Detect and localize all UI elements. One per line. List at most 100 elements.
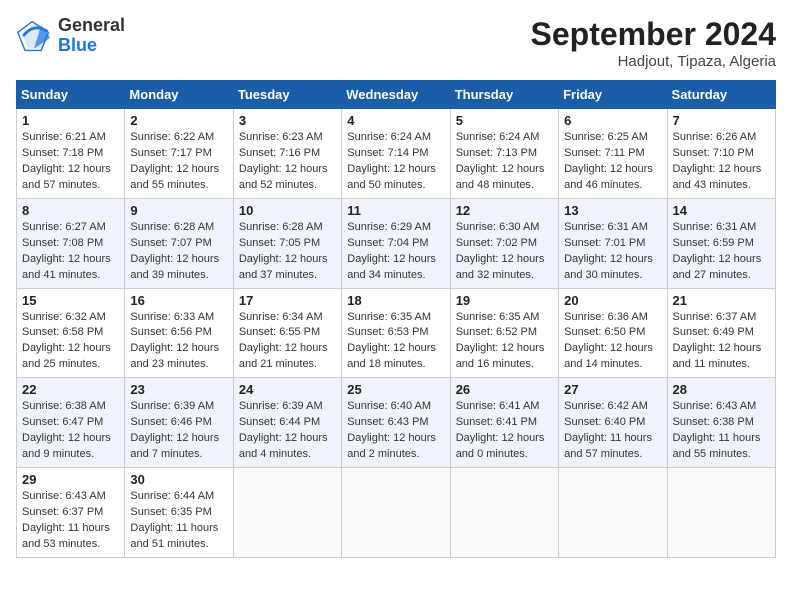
day-info: Sunrise: 6:39 AMSunset: 6:44 PMDaylight:… (239, 399, 336, 463)
calendar-week-4: 22 Sunrise: 6:38 AMSunset: 6:47 PMDaylig… (17, 378, 776, 468)
weekday-header-row: SundayMondayTuesdayWednesdayThursdayFrid… (17, 81, 776, 109)
day-info: Sunrise: 6:34 AMSunset: 6:55 PMDaylight:… (239, 310, 336, 374)
day-info: Sunrise: 6:35 AMSunset: 6:53 PMDaylight:… (347, 310, 444, 374)
day-number: 22 (22, 382, 119, 397)
weekday-header-friday: Friday (559, 81, 667, 109)
calendar-cell (559, 468, 667, 558)
day-number: 8 (22, 203, 119, 218)
day-info: Sunrise: 6:33 AMSunset: 6:56 PMDaylight:… (130, 310, 227, 374)
calendar-week-2: 8 Sunrise: 6:27 AMSunset: 7:08 PMDayligh… (17, 198, 776, 288)
day-info: Sunrise: 6:43 AMSunset: 6:37 PMDaylight:… (22, 489, 119, 553)
day-info: Sunrise: 6:43 AMSunset: 6:38 PMDaylight:… (673, 399, 770, 463)
day-number: 6 (564, 113, 661, 128)
day-number: 15 (22, 293, 119, 308)
calendar-table: SundayMondayTuesdayWednesdayThursdayFrid… (16, 80, 776, 558)
calendar-cell: 1 Sunrise: 6:21 AMSunset: 7:18 PMDayligh… (17, 109, 125, 199)
logo: General Blue (16, 16, 125, 56)
weekday-header-saturday: Saturday (667, 81, 775, 109)
page-header: General Blue September 2024 Hadjout, Tip… (16, 16, 776, 70)
day-info: Sunrise: 6:31 AMSunset: 7:01 PMDaylight:… (564, 220, 661, 284)
day-number: 16 (130, 293, 227, 308)
day-number: 1 (22, 113, 119, 128)
day-number: 23 (130, 382, 227, 397)
day-info: Sunrise: 6:29 AMSunset: 7:04 PMDaylight:… (347, 220, 444, 284)
calendar-week-5: 29 Sunrise: 6:43 AMSunset: 6:37 PMDaylig… (17, 468, 776, 558)
day-info: Sunrise: 6:22 AMSunset: 7:17 PMDaylight:… (130, 130, 227, 194)
day-number: 25 (347, 382, 444, 397)
calendar-cell: 21 Sunrise: 6:37 AMSunset: 6:49 PMDaylig… (667, 288, 775, 378)
day-info: Sunrise: 6:32 AMSunset: 6:58 PMDaylight:… (22, 310, 119, 374)
day-number: 26 (456, 382, 553, 397)
day-number: 12 (456, 203, 553, 218)
weekday-header-sunday: Sunday (17, 81, 125, 109)
day-info: Sunrise: 6:28 AMSunset: 7:07 PMDaylight:… (130, 220, 227, 284)
day-number: 2 (130, 113, 227, 128)
weekday-header-monday: Monday (125, 81, 233, 109)
day-info: Sunrise: 6:24 AMSunset: 7:13 PMDaylight:… (456, 130, 553, 194)
location: Hadjout, Tipaza, Algeria (531, 53, 776, 70)
weekday-header-wednesday: Wednesday (342, 81, 450, 109)
logo-text: General Blue (58, 16, 125, 56)
day-info: Sunrise: 6:25 AMSunset: 7:11 PMDaylight:… (564, 130, 661, 194)
month-year: September 2024 (531, 16, 776, 53)
calendar-cell: 25 Sunrise: 6:40 AMSunset: 6:43 PMDaylig… (342, 378, 450, 468)
day-info: Sunrise: 6:36 AMSunset: 6:50 PMDaylight:… (564, 310, 661, 374)
day-info: Sunrise: 6:28 AMSunset: 7:05 PMDaylight:… (239, 220, 336, 284)
day-info: Sunrise: 6:41 AMSunset: 6:41 PMDaylight:… (456, 399, 553, 463)
day-number: 11 (347, 203, 444, 218)
day-number: 30 (130, 472, 227, 487)
weekday-header-thursday: Thursday (450, 81, 558, 109)
calendar-cell: 18 Sunrise: 6:35 AMSunset: 6:53 PMDaylig… (342, 288, 450, 378)
calendar-cell (450, 468, 558, 558)
day-info: Sunrise: 6:35 AMSunset: 6:52 PMDaylight:… (456, 310, 553, 374)
day-info: Sunrise: 6:26 AMSunset: 7:10 PMDaylight:… (673, 130, 770, 194)
title-block: September 2024 Hadjout, Tipaza, Algeria (531, 16, 776, 70)
day-number: 3 (239, 113, 336, 128)
calendar-week-3: 15 Sunrise: 6:32 AMSunset: 6:58 PMDaylig… (17, 288, 776, 378)
calendar-cell: 15 Sunrise: 6:32 AMSunset: 6:58 PMDaylig… (17, 288, 125, 378)
day-number: 4 (347, 113, 444, 128)
calendar-cell: 3 Sunrise: 6:23 AMSunset: 7:16 PMDayligh… (233, 109, 341, 199)
day-number: 28 (673, 382, 770, 397)
calendar-cell: 13 Sunrise: 6:31 AMSunset: 7:01 PMDaylig… (559, 198, 667, 288)
calendar-cell: 5 Sunrise: 6:24 AMSunset: 7:13 PMDayligh… (450, 109, 558, 199)
day-info: Sunrise: 6:40 AMSunset: 6:43 PMDaylight:… (347, 399, 444, 463)
day-number: 21 (673, 293, 770, 308)
day-info: Sunrise: 6:23 AMSunset: 7:16 PMDaylight:… (239, 130, 336, 194)
calendar-cell: 26 Sunrise: 6:41 AMSunset: 6:41 PMDaylig… (450, 378, 558, 468)
calendar-cell: 8 Sunrise: 6:27 AMSunset: 7:08 PMDayligh… (17, 198, 125, 288)
day-info: Sunrise: 6:27 AMSunset: 7:08 PMDaylight:… (22, 220, 119, 284)
day-info: Sunrise: 6:39 AMSunset: 6:46 PMDaylight:… (130, 399, 227, 463)
calendar-cell: 2 Sunrise: 6:22 AMSunset: 7:17 PMDayligh… (125, 109, 233, 199)
calendar-cell: 29 Sunrise: 6:43 AMSunset: 6:37 PMDaylig… (17, 468, 125, 558)
day-number: 20 (564, 293, 661, 308)
logo-icon (16, 18, 52, 54)
day-number: 5 (456, 113, 553, 128)
calendar-cell: 24 Sunrise: 6:39 AMSunset: 6:44 PMDaylig… (233, 378, 341, 468)
calendar-cell: 14 Sunrise: 6:31 AMSunset: 6:59 PMDaylig… (667, 198, 775, 288)
calendar-cell: 12 Sunrise: 6:30 AMSunset: 7:02 PMDaylig… (450, 198, 558, 288)
day-info: Sunrise: 6:31 AMSunset: 6:59 PMDaylight:… (673, 220, 770, 284)
calendar-cell: 6 Sunrise: 6:25 AMSunset: 7:11 PMDayligh… (559, 109, 667, 199)
calendar-cell: 20 Sunrise: 6:36 AMSunset: 6:50 PMDaylig… (559, 288, 667, 378)
day-number: 24 (239, 382, 336, 397)
calendar-cell: 23 Sunrise: 6:39 AMSunset: 6:46 PMDaylig… (125, 378, 233, 468)
day-number: 13 (564, 203, 661, 218)
calendar-cell: 27 Sunrise: 6:42 AMSunset: 6:40 PMDaylig… (559, 378, 667, 468)
day-number: 9 (130, 203, 227, 218)
calendar-cell: 10 Sunrise: 6:28 AMSunset: 7:05 PMDaylig… (233, 198, 341, 288)
calendar-cell: 17 Sunrise: 6:34 AMSunset: 6:55 PMDaylig… (233, 288, 341, 378)
day-info: Sunrise: 6:21 AMSunset: 7:18 PMDaylight:… (22, 130, 119, 194)
calendar-cell: 9 Sunrise: 6:28 AMSunset: 7:07 PMDayligh… (125, 198, 233, 288)
day-number: 17 (239, 293, 336, 308)
weekday-header-tuesday: Tuesday (233, 81, 341, 109)
calendar-cell: 11 Sunrise: 6:29 AMSunset: 7:04 PMDaylig… (342, 198, 450, 288)
logo-line1: General (58, 16, 125, 36)
calendar-cell: 19 Sunrise: 6:35 AMSunset: 6:52 PMDaylig… (450, 288, 558, 378)
calendar-cell (342, 468, 450, 558)
calendar-cell: 16 Sunrise: 6:33 AMSunset: 6:56 PMDaylig… (125, 288, 233, 378)
day-info: Sunrise: 6:42 AMSunset: 6:40 PMDaylight:… (564, 399, 661, 463)
calendar-cell: 7 Sunrise: 6:26 AMSunset: 7:10 PMDayligh… (667, 109, 775, 199)
day-info: Sunrise: 6:37 AMSunset: 6:49 PMDaylight:… (673, 310, 770, 374)
day-info: Sunrise: 6:44 AMSunset: 6:35 PMDaylight:… (130, 489, 227, 553)
